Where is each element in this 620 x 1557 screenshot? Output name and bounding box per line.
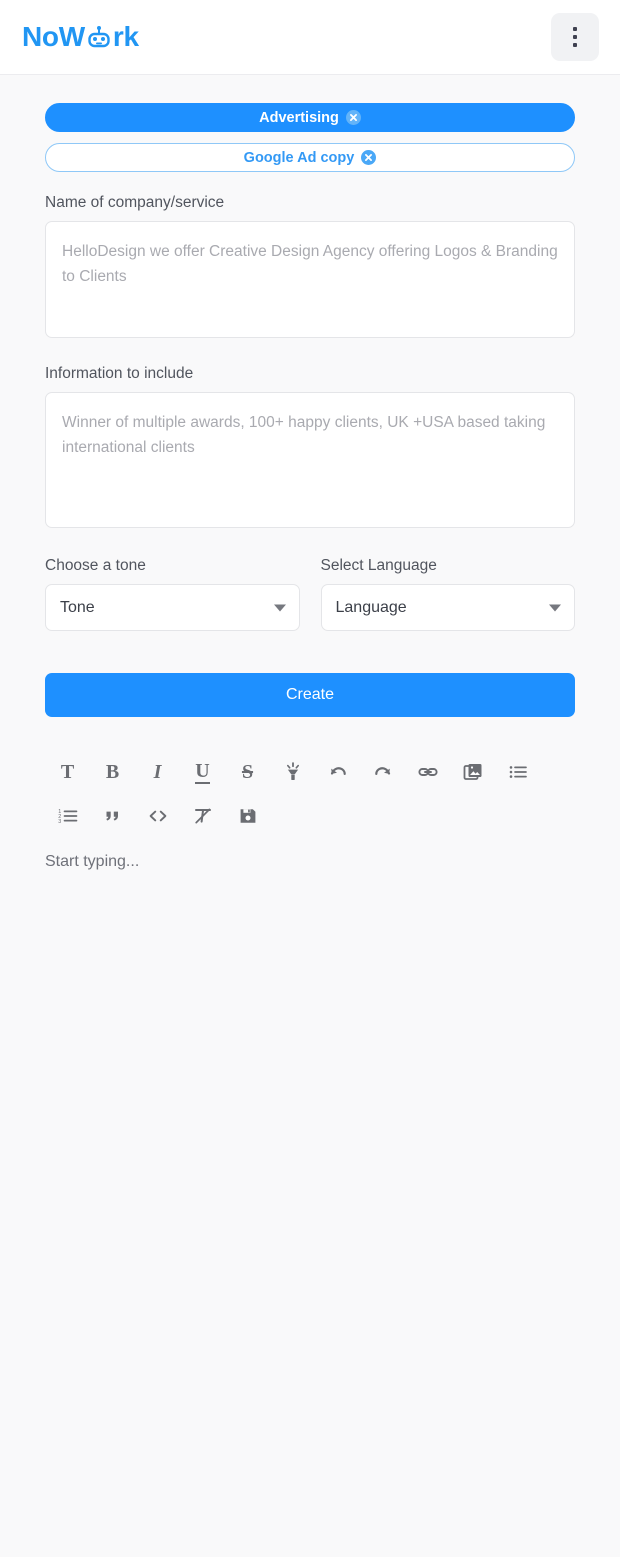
underline-icon[interactable]: U (180, 757, 225, 787)
menu-dot (573, 35, 577, 39)
company-input[interactable] (45, 221, 575, 338)
tag-label: Advertising (259, 109, 339, 126)
image-icon[interactable] (450, 757, 495, 787)
tag-advertising[interactable]: Advertising (45, 103, 575, 132)
bullet-list-icon[interactable] (495, 757, 540, 787)
select-row: Choose a tone Tone Select Language Langu… (45, 557, 575, 631)
tone-label: Choose a tone (45, 557, 146, 574)
close-circle-icon[interactable] (361, 150, 377, 165)
menu-dot (573, 43, 577, 47)
brand-name-suffix: rk (112, 21, 139, 52)
brand-logo[interactable]: NoW rk (22, 23, 139, 51)
tag-google-ad-copy[interactable]: Google Ad copy (45, 143, 575, 172)
highlighter-icon[interactable] (270, 757, 315, 787)
text-icon[interactable]: T (45, 757, 90, 787)
information-label: Information to include (45, 365, 194, 382)
main-content: Advertising Google Ad copy Name of compa… (0, 75, 620, 893)
robot-head-icon (86, 25, 112, 51)
field-tone: Choose a tone Tone (45, 557, 300, 631)
save-icon[interactable] (225, 801, 270, 831)
kebab-menu-icon[interactable] (551, 13, 599, 61)
editor-toolbar-row-2: 1 2 3 (45, 801, 575, 831)
bold-icon[interactable]: B (90, 757, 135, 787)
language-label: Select Language (320, 557, 437, 574)
language-select[interactable]: Language (320, 584, 575, 631)
field-company: Name of company/service (45, 194, 575, 343)
menu-dot (573, 27, 577, 31)
close-circle-icon[interactable] (345, 110, 361, 125)
brand-name-prefix: NoW (22, 21, 85, 52)
tone-select[interactable]: Tone (45, 584, 300, 631)
information-input[interactable] (45, 392, 575, 528)
editor-toolbar-row-1: T B I U S (45, 757, 575, 787)
strikethrough-icon[interactable]: S (225, 757, 270, 787)
clear-formatting-icon[interactable] (180, 801, 225, 831)
app-header: NoW rk (0, 0, 620, 75)
rich-text-editor: T B I U S 1 2 3 Start typing... (45, 757, 575, 893)
company-label: Name of company/service (45, 194, 225, 211)
field-language: Select Language Language (320, 557, 575, 631)
quote-icon[interactable] (90, 801, 135, 831)
code-icon[interactable] (135, 801, 180, 831)
tag-label: Google Ad copy (243, 149, 355, 166)
redo-icon[interactable] (360, 757, 405, 787)
undo-icon[interactable] (315, 757, 360, 787)
editor-placeholder[interactable]: Start typing... (45, 853, 575, 893)
numbered-list-icon[interactable]: 1 2 3 (45, 801, 90, 831)
field-information: Information to include (45, 365, 575, 533)
create-button[interactable]: Create (45, 673, 575, 717)
italic-icon[interactable]: I (135, 757, 180, 787)
link-icon[interactable] (405, 757, 450, 787)
svg-text:3: 3 (58, 819, 61, 825)
